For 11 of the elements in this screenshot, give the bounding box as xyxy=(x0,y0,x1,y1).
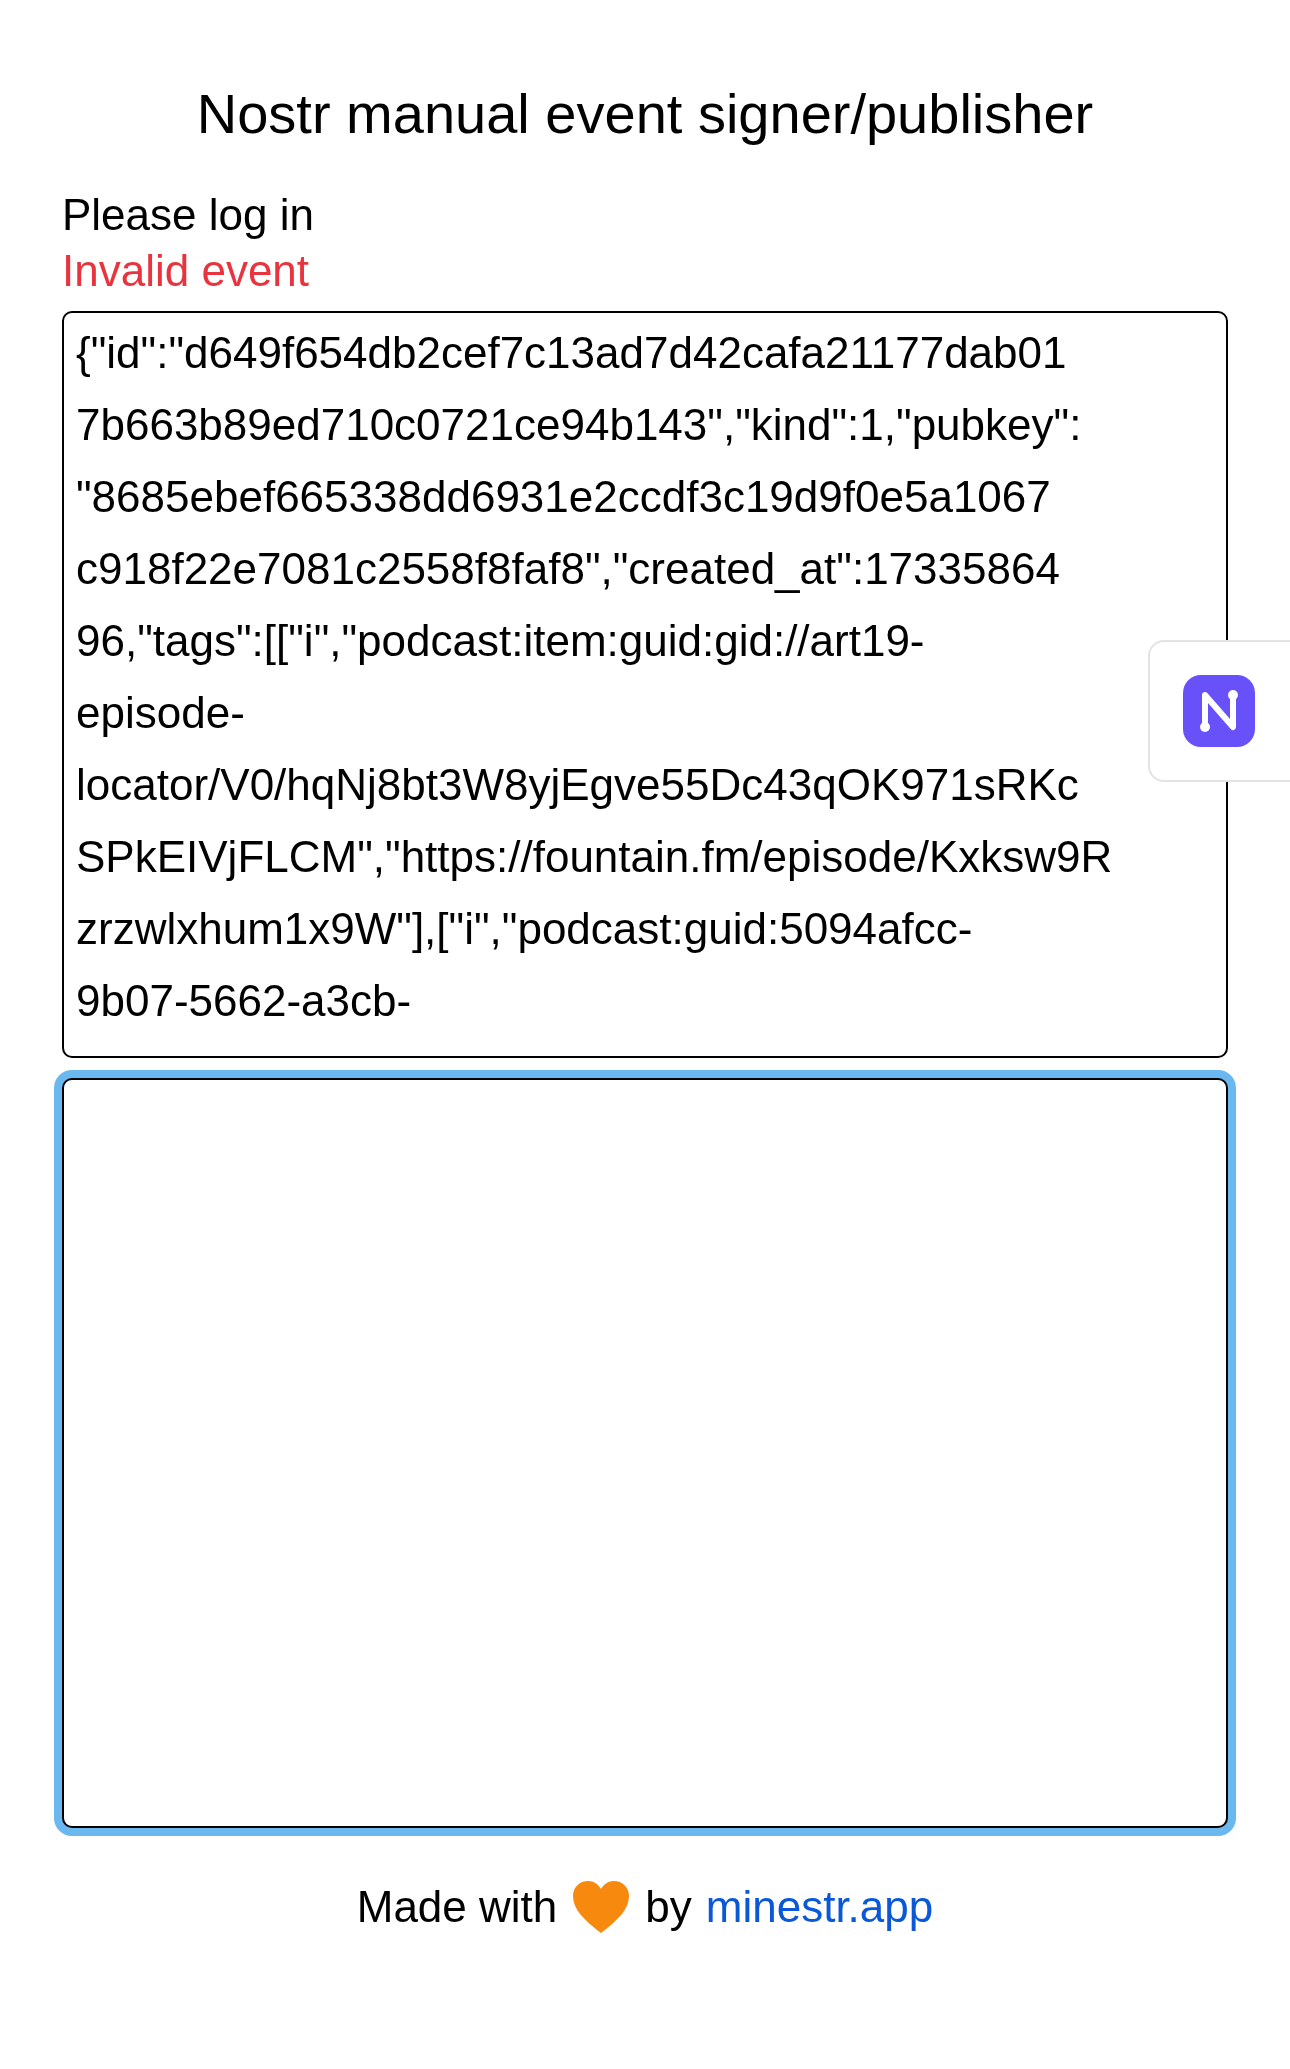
page-title: Nostr manual event signer/publisher xyxy=(195,81,1095,147)
event-input-field[interactable]: {"id":"d649f654db2cef7c13ad7d42cafa21177dab01 7b663b89ed710c0721ce94b143","kind":1,"pubkey": "8685ebef665338dd6931e2ccdf3c19d9f0e5a1067 c918f22e7081c2558f8faf8","created_at":17335864 96,"tags":[["i","podcast:item:guid:gid://art19- episode- locator/V0/hqNj8bt3W8yjEgve55Dc43qOK971sRKc SPkEIVjFLCM","https://fountain.fm/episode/Kxksw9R zrzwlxhum1x9W"],["i","podcast:guid:5094afcc- 9b07-5662-a3cb- xyxy=(62,311,1228,1059)
error-message: Invalid event xyxy=(62,245,311,298)
footer-link[interactable]: minestr.app xyxy=(705,1874,934,1941)
footer-text: by xyxy=(645,1881,692,1934)
heart-icon xyxy=(571,1879,632,1936)
extension-button[interactable] xyxy=(1148,640,1290,782)
login-status: Please log in xyxy=(62,189,315,242)
footer-text: Made with xyxy=(356,1881,558,1934)
n-logo-icon xyxy=(1183,675,1255,747)
output-field[interactable] xyxy=(62,1078,1228,1829)
